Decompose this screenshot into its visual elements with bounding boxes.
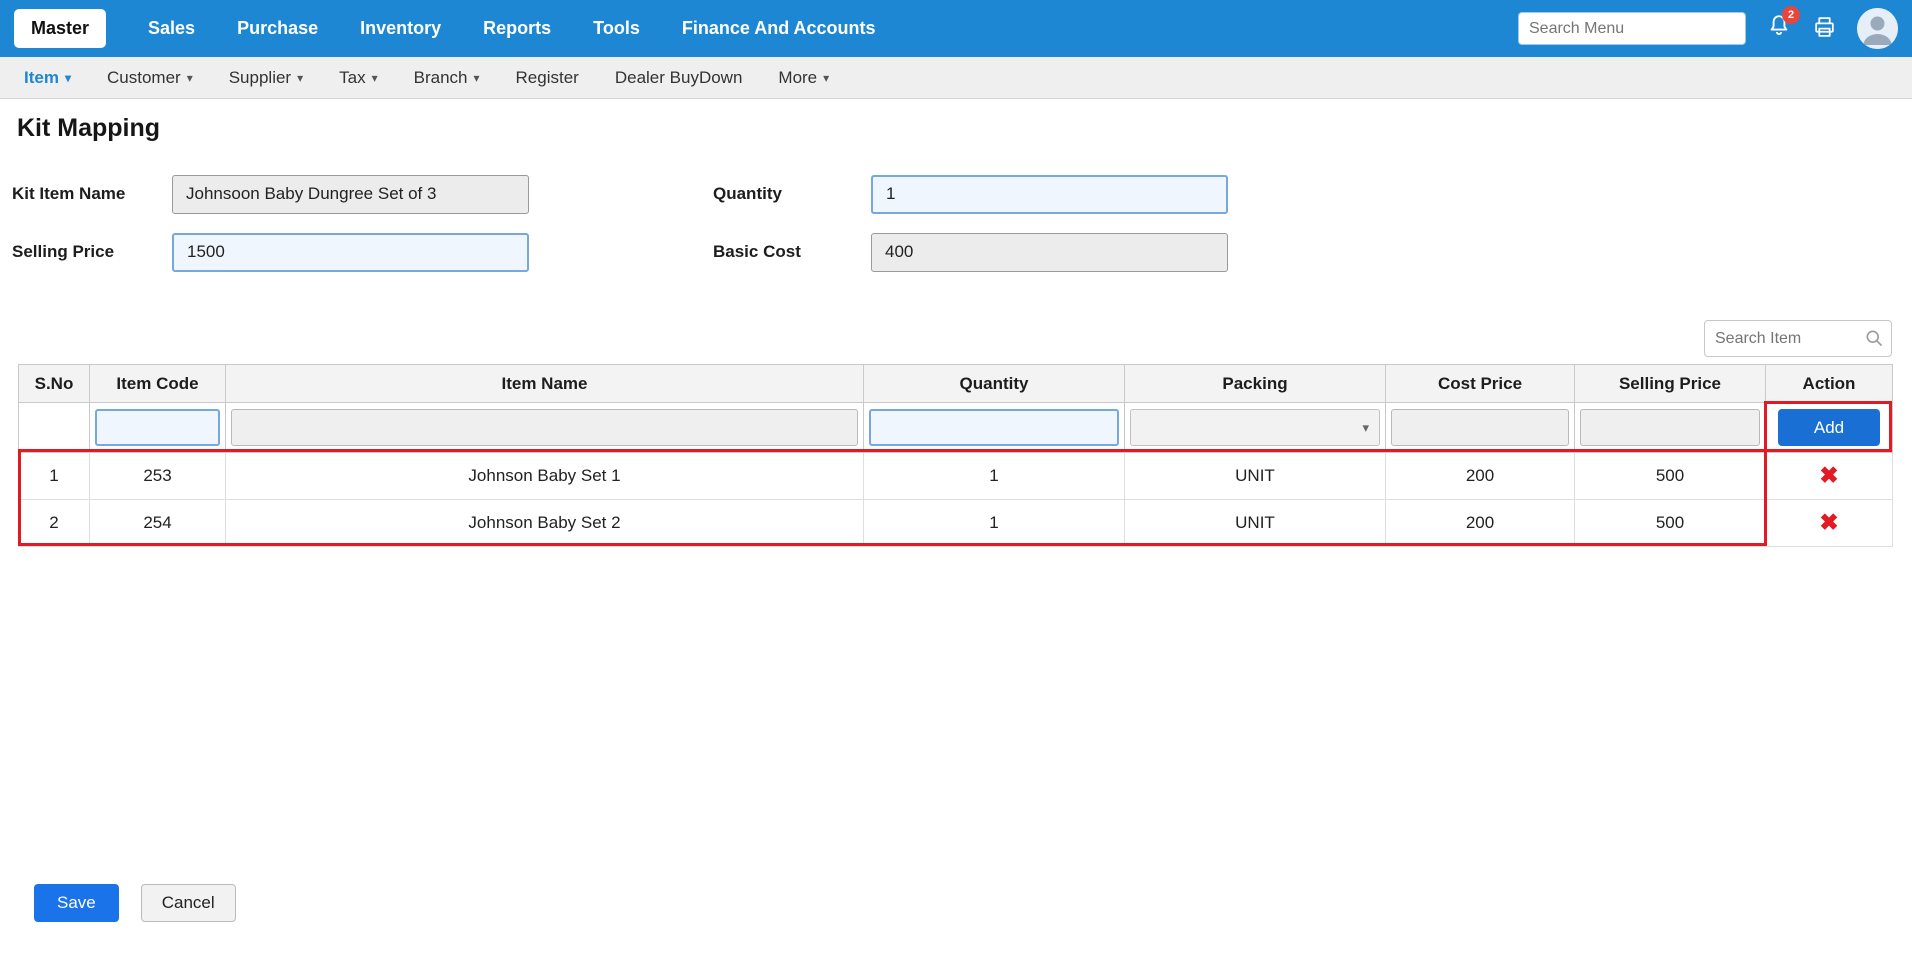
user-avatar[interactable] — [1857, 8, 1898, 49]
entry-item-name-input[interactable] — [231, 409, 858, 446]
subnav-item-label: Dealer BuyDown — [615, 68, 743, 88]
header-item-code: Item Code — [90, 365, 226, 403]
entry-cost-price-input[interactable] — [1391, 409, 1569, 446]
sub-navigation-bar: Item ▾ Customer ▾ Supplier ▾ Tax ▾ Branc… — [0, 57, 1912, 99]
chevron-down-icon: ▾ — [187, 71, 193, 85]
subnav-item-label: Item — [24, 68, 59, 88]
subnav-item-register[interactable]: Register — [516, 68, 579, 88]
chevron-down-icon: ▾ — [474, 71, 480, 85]
top-navigation-bar: Master Sales Purchase Inventory Reports … — [0, 0, 1912, 57]
cell-sno: 1 — [19, 453, 90, 500]
kit-items-section: S.No Item Code Item Name Quantity Packin… — [18, 320, 1892, 547]
table-entry-row: ▾ Add — [19, 403, 1893, 453]
main-menu: Master Sales Purchase Inventory Reports … — [14, 9, 876, 48]
cell-cost-price: 200 — [1386, 453, 1575, 500]
subnav-item-label: Supplier — [229, 68, 291, 88]
cell-item-name: Johnson Baby Set 1 — [226, 453, 864, 500]
cell-sno: 2 — [19, 500, 90, 547]
cell-selling-price: 500 — [1575, 500, 1766, 547]
quantity-label: Quantity — [711, 184, 871, 204]
person-icon — [1857, 8, 1898, 49]
cell-item-name: Johnson Baby Set 2 — [226, 500, 864, 547]
search-icon — [1864, 328, 1884, 348]
kit-items-table: S.No Item Code Item Name Quantity Packin… — [18, 364, 1893, 547]
print-button[interactable] — [1812, 14, 1837, 44]
header-cost-price: Cost Price — [1386, 365, 1575, 403]
nav-inventory[interactable]: Inventory — [360, 18, 441, 39]
add-button[interactable]: Add — [1778, 409, 1880, 446]
nav-sales[interactable]: Sales — [148, 18, 195, 39]
nav-tools[interactable]: Tools — [593, 18, 640, 39]
entry-item-code-input[interactable] — [95, 409, 220, 446]
basic-cost-label: Basic Cost — [711, 242, 871, 262]
table-row: 2 254 Johnson Baby Set 2 1 UNIT 200 500 … — [19, 500, 1893, 547]
kit-item-name-field[interactable] — [172, 175, 529, 214]
cell-packing: UNIT — [1125, 453, 1386, 500]
subnav-item-dealer-buydown[interactable]: Dealer BuyDown — [615, 68, 743, 88]
notifications-button[interactable]: 2 — [1766, 13, 1792, 44]
entry-quantity-input[interactable] — [869, 409, 1119, 446]
subnav-item-customer[interactable]: Customer ▾ — [107, 68, 193, 88]
delete-row-icon[interactable]: ✖ — [1819, 509, 1838, 535]
subnav-item-label: More — [778, 68, 817, 88]
header-packing: Packing — [1125, 365, 1386, 403]
subnav-item-label: Customer — [107, 68, 181, 88]
cell-item-code: 254 — [90, 500, 226, 547]
subnav-item-supplier[interactable]: Supplier ▾ — [229, 68, 303, 88]
chevron-down-icon: ▾ — [297, 71, 303, 85]
basic-cost-field[interactable] — [871, 233, 1228, 272]
printer-icon — [1812, 14, 1837, 44]
delete-row-icon[interactable]: ✖ — [1819, 462, 1838, 488]
kit-item-name-label: Kit Item Name — [10, 184, 172, 204]
nav-finance-and-accounts[interactable]: Finance And Accounts — [682, 18, 876, 39]
cancel-button[interactable]: Cancel — [141, 884, 236, 922]
header-quantity: Quantity — [864, 365, 1125, 403]
subnav-item-tax[interactable]: Tax ▾ — [339, 68, 378, 88]
table-row: 1 253 Johnson Baby Set 1 1 UNIT 200 500 … — [19, 453, 1893, 500]
notification-count-badge: 2 — [1782, 6, 1800, 24]
chevron-down-icon: ▾ — [823, 71, 829, 85]
cell-selling-price: 500 — [1575, 453, 1766, 500]
header-action: Action — [1766, 365, 1893, 403]
save-button[interactable]: Save — [34, 884, 119, 922]
table-header-row: S.No Item Code Item Name Quantity Packin… — [19, 365, 1893, 403]
nav-reports[interactable]: Reports — [483, 18, 551, 39]
cell-item-code: 253 — [90, 453, 226, 500]
header-item-name: Item Name — [226, 365, 864, 403]
nav-master[interactable]: Master — [14, 9, 106, 48]
chevron-down-icon: ▾ — [372, 71, 378, 85]
subnav-item-more[interactable]: More ▾ — [778, 68, 829, 88]
search-menu-input[interactable] — [1518, 12, 1746, 45]
entry-selling-price-input[interactable] — [1580, 409, 1760, 446]
kit-mapping-form: Kit Item Name Quantity Selling Price Bas… — [10, 172, 1912, 274]
page-title: Kit Mapping — [17, 114, 1912, 143]
subnav-item-item[interactable]: Item ▾ — [24, 68, 71, 88]
cell-packing: UNIT — [1125, 500, 1386, 547]
selling-price-label: Selling Price — [10, 242, 172, 262]
selling-price-field[interactable] — [172, 233, 529, 272]
subnav-item-label: Register — [516, 68, 579, 88]
cell-quantity: 1 — [864, 453, 1125, 500]
chevron-down-icon: ▾ — [65, 71, 71, 85]
quantity-field[interactable] — [871, 175, 1228, 214]
cell-cost-price: 200 — [1386, 500, 1575, 547]
header-selling-price: Selling Price — [1575, 365, 1766, 403]
entry-packing-dropdown[interactable]: ▾ — [1130, 409, 1380, 446]
subnav-item-branch[interactable]: Branch ▾ — [414, 68, 480, 88]
subnav-item-label: Tax — [339, 68, 365, 88]
chevron-down-icon: ▾ — [1362, 420, 1369, 436]
footer-actions: Save Cancel — [34, 884, 236, 922]
header-sno: S.No — [19, 365, 90, 403]
subnav-item-label: Branch — [414, 68, 468, 88]
entry-sno-cell — [19, 403, 90, 453]
cell-quantity: 1 — [864, 500, 1125, 547]
nav-purchase[interactable]: Purchase — [237, 18, 318, 39]
